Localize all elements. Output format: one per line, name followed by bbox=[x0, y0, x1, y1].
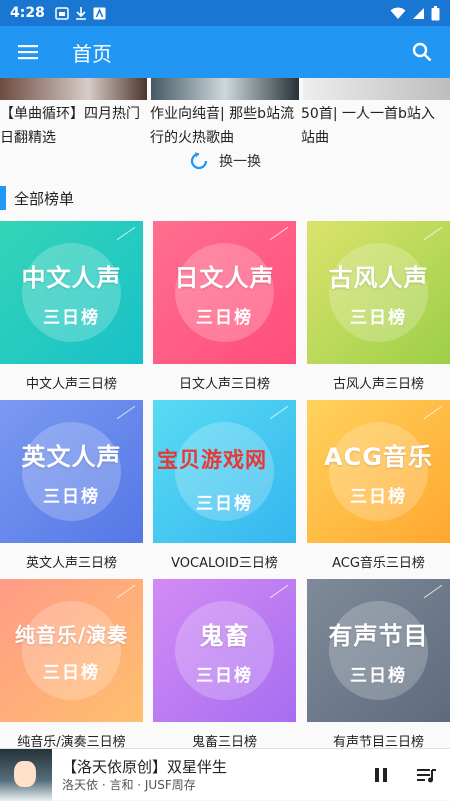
pause-icon bbox=[375, 767, 387, 782]
cover-title: 纯音乐/演奏 bbox=[14, 622, 129, 647]
search-button[interactable] bbox=[394, 26, 450, 78]
wifi-icon bbox=[390, 7, 406, 19]
refresh-button[interactable]: 换一换 bbox=[0, 146, 450, 176]
cover-title: 古风人声 bbox=[328, 263, 429, 292]
chart-cover: ACG音乐三日榜 bbox=[307, 400, 450, 543]
a-app-icon bbox=[93, 7, 106, 19]
refresh-icon bbox=[190, 152, 208, 170]
status-icons-left bbox=[55, 6, 106, 20]
cover-title: 有声节目 bbox=[328, 621, 429, 650]
chart-card-instrumental[interactable]: 纯音乐/演奏 三日榜 纯音乐/演奏三日榜 bbox=[0, 579, 143, 748]
battery-icon bbox=[431, 5, 440, 20]
cover-watermark-text: 宝贝游戏网 bbox=[157, 448, 267, 472]
chart-card-chinese-vocal[interactable]: 中文人声 三日榜 中文人声三日榜 bbox=[0, 221, 143, 400]
chart-card-acg[interactable]: ACG音乐 三日榜 ACG音乐三日榜 bbox=[307, 400, 450, 579]
signal-icon bbox=[413, 7, 424, 19]
recommend-title-1[interactable]: 【单曲循环】四月热门日翻精选 bbox=[0, 100, 148, 152]
cover-subtitle: 三日榜 bbox=[43, 307, 100, 328]
cover-title: 中文人声 bbox=[21, 263, 122, 292]
song-artist: 洛天依 · 言和 · JUSF周存 bbox=[62, 777, 196, 792]
app-bar: 首页 bbox=[0, 26, 450, 78]
recommend-cover-2[interactable] bbox=[151, 78, 299, 100]
cover-title: 日文人声 bbox=[174, 263, 275, 292]
recommend-covers bbox=[0, 78, 450, 100]
recommend-cover-1[interactable] bbox=[0, 78, 148, 100]
section-header: 全部榜单 bbox=[0, 184, 450, 212]
chart-name: 日文人声三日榜 bbox=[178, 376, 270, 392]
section-accent-bar bbox=[0, 186, 6, 210]
cover-title: ACG音乐 bbox=[324, 442, 433, 471]
chart-name: 鬼畜三日榜 bbox=[191, 734, 257, 749]
chart-name: ACG音乐三日榜 bbox=[332, 555, 425, 571]
cover-title: 英文人声 bbox=[21, 442, 122, 471]
chart-card-vocaloid[interactable]: 宝贝游戏网三日榜 VOCALOID三日榜 bbox=[153, 400, 296, 579]
now-playing-info[interactable]: 【洛天依原创】双星伴生 洛天依 · 言和 · JUSF周存 bbox=[52, 757, 358, 793]
playlist-icon bbox=[417, 768, 436, 782]
chart-name: 古风人声三日榜 bbox=[332, 376, 424, 392]
cover-subtitle: 三日榜 bbox=[196, 494, 253, 514]
pause-button[interactable] bbox=[358, 749, 404, 801]
recommend-title-2[interactable]: 作业向纯音| 那些b站流行的火热歌曲 bbox=[148, 100, 299, 152]
chart-name: VOCALOID三日榜 bbox=[171, 555, 278, 571]
cover-subtitle: 三日榜 bbox=[350, 665, 407, 686]
recommend-titles: 【单曲循环】四月热门日翻精选 作业向纯音| 那些b站流行的火热歌曲 50首| 一… bbox=[0, 100, 450, 152]
chart-cover: 宝贝游戏网三日榜 bbox=[153, 400, 296, 543]
song-title: 【洛天依原创】双星伴生 bbox=[62, 757, 228, 776]
chart-cover: 鬼畜 三日榜 bbox=[153, 579, 296, 722]
chart-card-japanese-vocal[interactable]: 日文人声 三日榜 日文人声三日榜 bbox=[153, 221, 296, 400]
chart-cover: 古风人声 三日榜 bbox=[307, 221, 450, 364]
cover-subtitle: 三日榜 bbox=[350, 307, 407, 328]
status-time: 4:28 bbox=[10, 5, 45, 21]
recommend-title-3[interactable]: 50首| 一人一首b站入站曲 bbox=[299, 100, 450, 152]
chart-name: 有声节目三日榜 bbox=[332, 734, 424, 749]
cover-subtitle: 三日榜 bbox=[196, 665, 253, 686]
chart-card-audio-program[interactable]: 有声节目 三日榜 有声节目三日榜 bbox=[307, 579, 450, 748]
chart-card-kichiku[interactable]: 鬼畜 三日榜 鬼畜三日榜 bbox=[153, 579, 296, 748]
menu-button[interactable] bbox=[0, 26, 56, 78]
cover-subtitle: 三日榜 bbox=[43, 662, 100, 683]
status-icons-right bbox=[390, 5, 440, 21]
mini-player[interactable]: 【洛天依原创】双星伴生 洛天依 · 言和 · JUSF周存 bbox=[0, 748, 450, 801]
recommend-cover-3[interactable] bbox=[302, 78, 450, 100]
cover-title: 鬼畜 bbox=[199, 621, 250, 650]
chart-name: 中文人声三日榜 bbox=[25, 376, 117, 392]
chart-cover: 有声节目 三日榜 bbox=[307, 579, 450, 722]
download-icon bbox=[75, 7, 86, 20]
album-art[interactable] bbox=[0, 748, 52, 801]
hamburger-menu-icon bbox=[18, 45, 38, 60]
page-title: 首页 bbox=[72, 41, 112, 66]
cover-subtitle: 三日榜 bbox=[43, 486, 100, 507]
chart-name: 纯音乐/演奏三日榜 bbox=[17, 734, 126, 749]
chart-card-english-vocal[interactable]: 英文人声 三日榜 英文人声三日榜 bbox=[0, 400, 143, 579]
chart-card-ancient-vocal[interactable]: 古风人声 三日榜 古风人声三日榜 bbox=[307, 221, 450, 400]
cover-subtitle: 三日榜 bbox=[196, 307, 253, 328]
chart-cover: 中文人声 三日榜 bbox=[0, 221, 143, 364]
chart-cover: 日文人声 三日榜 bbox=[153, 221, 296, 364]
status-bar: 4:28 bbox=[0, 0, 450, 26]
playlist-button[interactable] bbox=[404, 749, 450, 801]
section-title: 全部榜单 bbox=[14, 189, 75, 208]
refresh-label: 换一换 bbox=[219, 154, 261, 170]
calendar-icon bbox=[55, 7, 69, 20]
search-icon bbox=[412, 42, 432, 62]
chart-cover: 英文人声 三日榜 bbox=[0, 400, 143, 543]
chart-cover: 纯音乐/演奏三日榜 bbox=[0, 579, 143, 722]
cover-subtitle: 三日榜 bbox=[350, 486, 407, 507]
chart-name: 英文人声三日榜 bbox=[25, 555, 117, 571]
main-content[interactable]: 【单曲循环】四月热门日翻精选 作业向纯音| 那些b站流行的火热歌曲 50首| 一… bbox=[0, 78, 450, 748]
